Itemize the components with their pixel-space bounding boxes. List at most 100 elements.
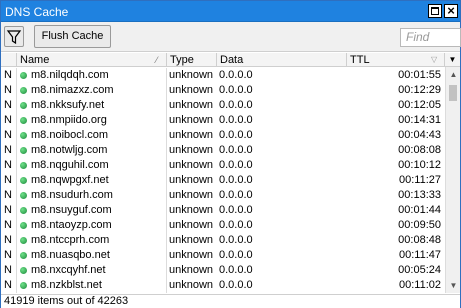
row-flag: N <box>1 203 17 218</box>
status-dot-icon <box>20 162 27 169</box>
row-flag: N <box>1 188 17 203</box>
table-row[interactable]: Nm8.nqwpgxf.net unknown 0.0.0.0 00:11:27 <box>1 173 445 188</box>
row-flag: N <box>1 278 17 293</box>
row-type: unknown <box>169 144 214 156</box>
column-header-data[interactable]: Data <box>217 53 347 67</box>
table-body: Nm8.nilqdqh.com unknown 0.0.0.0 00:01:55 Nm8… <box>1 68 445 293</box>
row-type: unknown <box>169 159 214 171</box>
row-data: 0.0.0.0 <box>219 219 253 231</box>
row-type: unknown <box>169 129 214 141</box>
row-ttl: 00:11:27 <box>398 174 441 186</box>
row-flag: N <box>1 98 17 113</box>
column-header-type[interactable]: Type <box>167 53 217 67</box>
table-row[interactable]: Nm8.nilqdqh.com unknown 0.0.0.0 00:01:55 <box>1 68 445 83</box>
table-row[interactable]: Nm8.nmpiido.org unknown 0.0.0.0 00:14:31 <box>1 113 445 128</box>
row-name-cell: m8.nxcqyhf.net <box>17 263 167 278</box>
status-dot-icon <box>20 147 27 154</box>
scroll-up-icon[interactable]: ▲ <box>446 67 460 82</box>
row-ttl: 00:13:33 <box>398 189 441 201</box>
scroll-down-icon[interactable]: ▼ <box>446 278 460 293</box>
table-row[interactable]: Nm8.nsuyguf.com unknown 0.0.0.0 00:01:44 <box>1 203 445 218</box>
row-ttl: 00:05:24 <box>398 264 441 276</box>
table-row[interactable]: Nm8.notwljg.com unknown 0.0.0.0 00:08:08 <box>1 143 445 158</box>
row-name-cell: m8.ntccprh.com <box>17 233 167 248</box>
table-row[interactable]: Nm8.nsudurh.com unknown 0.0.0.0 00:13:33 <box>1 188 445 203</box>
row-ttl: 00:12:29 <box>398 84 441 96</box>
row-flag: N <box>1 83 17 98</box>
status-bar: 41919 items out of 42263 <box>1 294 460 308</box>
restore-button[interactable] <box>428 4 442 18</box>
row-type: unknown <box>169 249 214 261</box>
row-name-cell: m8.nqguhil.com <box>17 158 167 173</box>
table-row[interactable]: Nm8.nqguhil.com unknown 0.0.0.0 00:10:12 <box>1 158 445 173</box>
row-type: unknown <box>169 204 214 216</box>
status-dot-icon <box>20 102 27 109</box>
row-name: m8.nxcqyhf.net <box>31 264 106 276</box>
status-dot-icon <box>20 252 27 259</box>
flush-cache-button[interactable]: Flush Cache <box>34 25 111 48</box>
column-menu-icon[interactable]: ▼ <box>445 53 460 67</box>
row-data: 0.0.0.0 <box>219 84 253 96</box>
scroll-thumb[interactable] <box>449 85 457 101</box>
column-header-name[interactable]: Name ⁄ <box>17 53 167 67</box>
row-flag: N <box>1 233 17 248</box>
table-row[interactable]: Nm8.nxcqyhf.net unknown 0.0.0.0 00:05:24 <box>1 263 445 278</box>
table-row[interactable]: Nm8.nuasqbo.net unknown 0.0.0.0 00:11:47 <box>1 248 445 263</box>
row-name: m8.ntccprh.com <box>31 234 110 246</box>
row-ttl: 00:12:05 <box>398 99 441 111</box>
status-dot-icon <box>20 222 27 229</box>
row-data: 0.0.0.0 <box>219 129 253 141</box>
row-name: m8.ntaoyzp.com <box>31 219 112 231</box>
close-button[interactable]: × <box>444 4 458 18</box>
row-name-cell: m8.notwljg.com <box>17 143 167 158</box>
row-ttl: 00:10:12 <box>398 159 441 171</box>
row-name-cell: m8.nuasqbo.net <box>17 248 167 263</box>
row-type: unknown <box>169 99 214 111</box>
row-flag: N <box>1 218 17 233</box>
title-bar[interactable]: DNS Cache × <box>1 1 460 22</box>
table-row[interactable]: Nm8.nimazxz.com unknown 0.0.0.0 00:12:29 <box>1 83 445 98</box>
row-type: unknown <box>169 189 214 201</box>
column-header-ttl[interactable]: TTL ▽ <box>347 53 445 67</box>
row-name: m8.nsudurh.com <box>31 189 113 201</box>
row-data: 0.0.0.0 <box>219 69 253 81</box>
row-type: unknown <box>169 279 214 291</box>
status-dot-icon <box>20 237 27 244</box>
toolbar: Flush Cache Find <box>1 22 461 52</box>
row-type: unknown <box>169 234 214 246</box>
row-ttl: 00:04:43 <box>398 129 441 141</box>
status-dot-icon <box>20 192 27 199</box>
row-ttl: 00:11:47 <box>398 249 441 261</box>
row-data: 0.0.0.0 <box>219 204 253 216</box>
status-dot-icon <box>20 267 27 274</box>
filter-icon <box>6 30 22 45</box>
row-data: 0.0.0.0 <box>219 114 253 126</box>
find-input[interactable]: Find <box>400 28 461 47</box>
table-row[interactable]: Nm8.ntccprh.com unknown 0.0.0.0 00:08:48 <box>1 233 445 248</box>
row-ttl: 00:11:02 <box>398 279 441 291</box>
row-flag: N <box>1 113 17 128</box>
row-flag: N <box>1 158 17 173</box>
row-name: m8.nqwpgxf.net <box>31 174 109 186</box>
filter-button[interactable] <box>4 26 24 47</box>
table-row[interactable]: Nm8.nkksufy.net unknown 0.0.0.0 00:12:05 <box>1 98 445 113</box>
dns-cache-table: Name ⁄ Type Data TTL ▽ ▼ Nm8.nilqdqh.com… <box>1 53 460 293</box>
close-icon: × <box>447 3 455 18</box>
column-header-ttl-label: TTL <box>350 54 370 66</box>
column-header-flag[interactable] <box>1 53 17 67</box>
restore-icon <box>431 7 439 15</box>
table-row[interactable]: Nm8.ntaoyzp.com unknown 0.0.0.0 00:09:50 <box>1 218 445 233</box>
table-row[interactable]: Nm8.noibocl.com unknown 0.0.0.0 00:04:43 <box>1 128 445 143</box>
row-flag: N <box>1 263 17 278</box>
row-flag: N <box>1 173 17 188</box>
row-name: m8.nsuyguf.com <box>31 204 112 216</box>
row-name-cell: m8.nilqdqh.com <box>17 68 167 83</box>
vertical-scrollbar[interactable]: ▲ ▼ <box>445 67 460 293</box>
row-type: unknown <box>169 174 214 186</box>
row-name-cell: m8.nimazxz.com <box>17 83 167 98</box>
row-data: 0.0.0.0 <box>219 249 253 261</box>
sort-indicator-icon: ⁄ <box>156 55 158 65</box>
row-data: 0.0.0.0 <box>219 279 253 291</box>
row-name: m8.notwljg.com <box>31 144 108 156</box>
table-row[interactable]: Nm8.nzkblst.net unknown 0.0.0.0 00:11:02 <box>1 278 445 293</box>
